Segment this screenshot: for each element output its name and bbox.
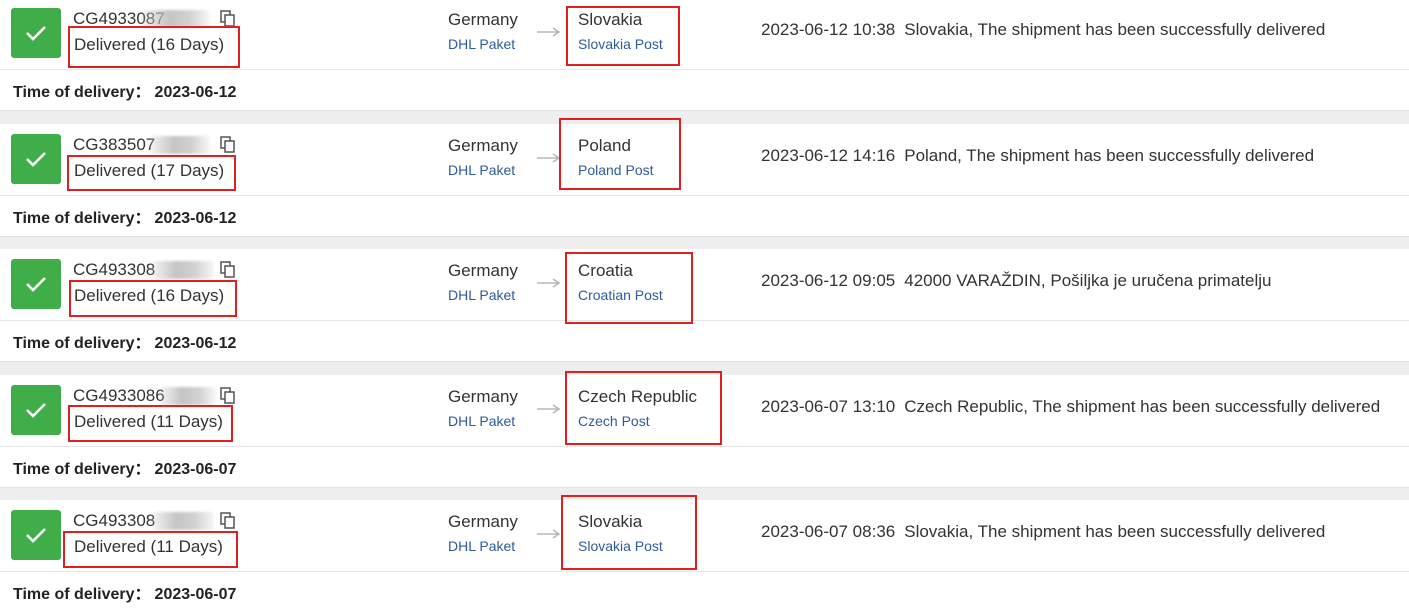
copy-icon[interactable] bbox=[220, 387, 236, 405]
check-icon bbox=[26, 277, 46, 292]
latest-event: 2023-06-12 10:38 Slovakia, The shipment h… bbox=[761, 20, 1325, 40]
origin-country: Germany bbox=[448, 261, 518, 280]
origin-country: Germany bbox=[448, 387, 518, 406]
delivery-date: 2023-06-12 bbox=[154, 84, 237, 101]
copy-icon[interactable] bbox=[220, 136, 236, 154]
shipment-card: CG4933087 Delivered (16 Days) Germany DH… bbox=[0, 0, 1409, 111]
delivered-status-badge[interactable] bbox=[11, 134, 61, 184]
delivery-date: 2023-06-12 bbox=[154, 335, 237, 352]
event-text: Slovakia, The shipment has been successf… bbox=[904, 20, 1326, 39]
origin-carrier-link[interactable]: DHL Paket bbox=[448, 413, 515, 429]
delivery-date: 2023-06-12 bbox=[154, 210, 237, 227]
redacted-tracking-blur bbox=[152, 512, 214, 530]
latest-event: 2023-06-07 08:36 Slovakia, The shipment h… bbox=[761, 522, 1325, 542]
event-time: 2023-06-07 08:36 bbox=[761, 522, 896, 541]
latest-event: 2023-06-07 13:10 Czech Republic, The ship… bbox=[761, 397, 1380, 417]
event-time: 2023-06-12 09:05 bbox=[761, 271, 896, 290]
shipment-summary-row[interactable]: CG493308 Delivered (11 Days) Germany DHL… bbox=[0, 495, 1409, 572]
destination-highlight-box bbox=[565, 252, 693, 324]
event-text: 42000 VARAŽDIN, Pošiljka je uručena prim… bbox=[904, 271, 1272, 290]
time-of-delivery: Time of delivery： 2023-06-07 bbox=[13, 580, 236, 604]
origin-carrier-link[interactable]: DHL Paket bbox=[448, 538, 515, 554]
time-of-delivery: Time of delivery： 2023-06-12 bbox=[13, 78, 236, 102]
copy-icon[interactable] bbox=[220, 261, 236, 279]
time-of-delivery: Time of delivery： 2023-06-07 bbox=[13, 455, 236, 479]
delivery-label: Time of delivery： bbox=[13, 461, 151, 478]
shipment-summary-row[interactable]: CG493308 Delivered (16 Days) Germany DHL… bbox=[0, 249, 1409, 324]
delivered-status-badge[interactable] bbox=[11, 510, 61, 560]
delivery-label: Time of delivery： bbox=[13, 586, 151, 603]
check-icon bbox=[26, 403, 46, 418]
tracking-number: CG383507 bbox=[73, 135, 156, 154]
shipment-card: CG493308 Delivered (11 Days) Germany DHL… bbox=[0, 495, 1409, 610]
shipment-summary-row[interactable]: CG4933086 Delivered (11 Days) Germany DH… bbox=[0, 371, 1409, 447]
origin-carrier-link[interactable]: DHL Paket bbox=[448, 36, 515, 52]
event-text: Slovakia, The shipment has been successf… bbox=[904, 522, 1326, 541]
time-of-delivery: Time of delivery： 2023-06-12 bbox=[13, 204, 236, 228]
origin-country: Germany bbox=[448, 512, 518, 531]
status-highlight-box bbox=[68, 405, 233, 442]
shipment-card: CG383507 Delivered (17 Days) Germany DHL… bbox=[0, 118, 1409, 237]
arrow-right-icon bbox=[537, 27, 561, 37]
arrow-right-icon bbox=[537, 404, 561, 414]
latest-event: 2023-06-12 14:16 Poland, The shipment has… bbox=[761, 146, 1314, 166]
shipment-summary-row[interactable]: CG4933087 Delivered (16 Days) Germany DH… bbox=[0, 0, 1409, 70]
shipment-card: CG4933086 Delivered (11 Days) Germany DH… bbox=[0, 371, 1409, 488]
origin-carrier-link[interactable]: DHL Paket bbox=[448, 162, 515, 178]
arrow-right-icon bbox=[537, 278, 561, 288]
shipment-summary-row[interactable]: CG383507 Delivered (17 Days) Germany DHL… bbox=[0, 118, 1409, 196]
event-time: 2023-06-12 14:16 bbox=[761, 146, 896, 165]
origin-country: Germany bbox=[448, 10, 518, 29]
check-icon bbox=[26, 152, 46, 167]
status-highlight-box bbox=[68, 26, 240, 68]
check-icon bbox=[26, 528, 46, 543]
redacted-tracking-blur bbox=[160, 387, 216, 405]
tracking-number: CG493308 bbox=[73, 511, 156, 530]
origin-country: Germany bbox=[448, 136, 518, 155]
delivery-date: 2023-06-07 bbox=[154, 586, 237, 603]
status-highlight-box bbox=[67, 155, 236, 191]
check-icon bbox=[26, 26, 46, 41]
tracking-number: CG493308 bbox=[73, 260, 156, 279]
destination-highlight-box bbox=[561, 495, 697, 570]
delivery-date: 2023-06-07 bbox=[154, 461, 237, 478]
delivered-status-badge[interactable] bbox=[11, 8, 61, 58]
shipment-card: CG493308 Delivered (16 Days) Germany DHL… bbox=[0, 249, 1409, 362]
event-text: Poland, The shipment has been successful… bbox=[904, 146, 1315, 165]
delivered-status-badge[interactable] bbox=[11, 259, 61, 309]
tracking-number: CG4933086 bbox=[73, 386, 165, 405]
destination-highlight-box bbox=[566, 6, 680, 66]
delivery-label: Time of delivery： bbox=[13, 210, 151, 227]
event-time: 2023-06-07 13:10 bbox=[761, 397, 896, 416]
event-text: Czech Republic, The shipment has been su… bbox=[904, 397, 1381, 416]
copy-icon[interactable] bbox=[220, 512, 236, 530]
origin-carrier-link[interactable]: DHL Paket bbox=[448, 287, 515, 303]
delivery-label: Time of delivery： bbox=[13, 84, 151, 101]
event-time: 2023-06-12 10:38 bbox=[761, 20, 896, 39]
destination-highlight-box bbox=[559, 118, 681, 190]
latest-event: 2023-06-12 09:05 42000 VARAŽDIN, Pošiljka… bbox=[761, 271, 1271, 291]
destination-highlight-box bbox=[565, 371, 722, 445]
redacted-tracking-blur bbox=[150, 136, 210, 154]
status-highlight-box bbox=[63, 531, 238, 568]
time-of-delivery: Time of delivery： 2023-06-12 bbox=[13, 329, 236, 353]
status-highlight-box bbox=[69, 280, 237, 317]
arrow-right-icon bbox=[537, 529, 561, 539]
redacted-tracking-blur bbox=[152, 261, 214, 279]
delivered-status-badge[interactable] bbox=[11, 385, 61, 435]
delivery-label: Time of delivery： bbox=[13, 335, 151, 352]
